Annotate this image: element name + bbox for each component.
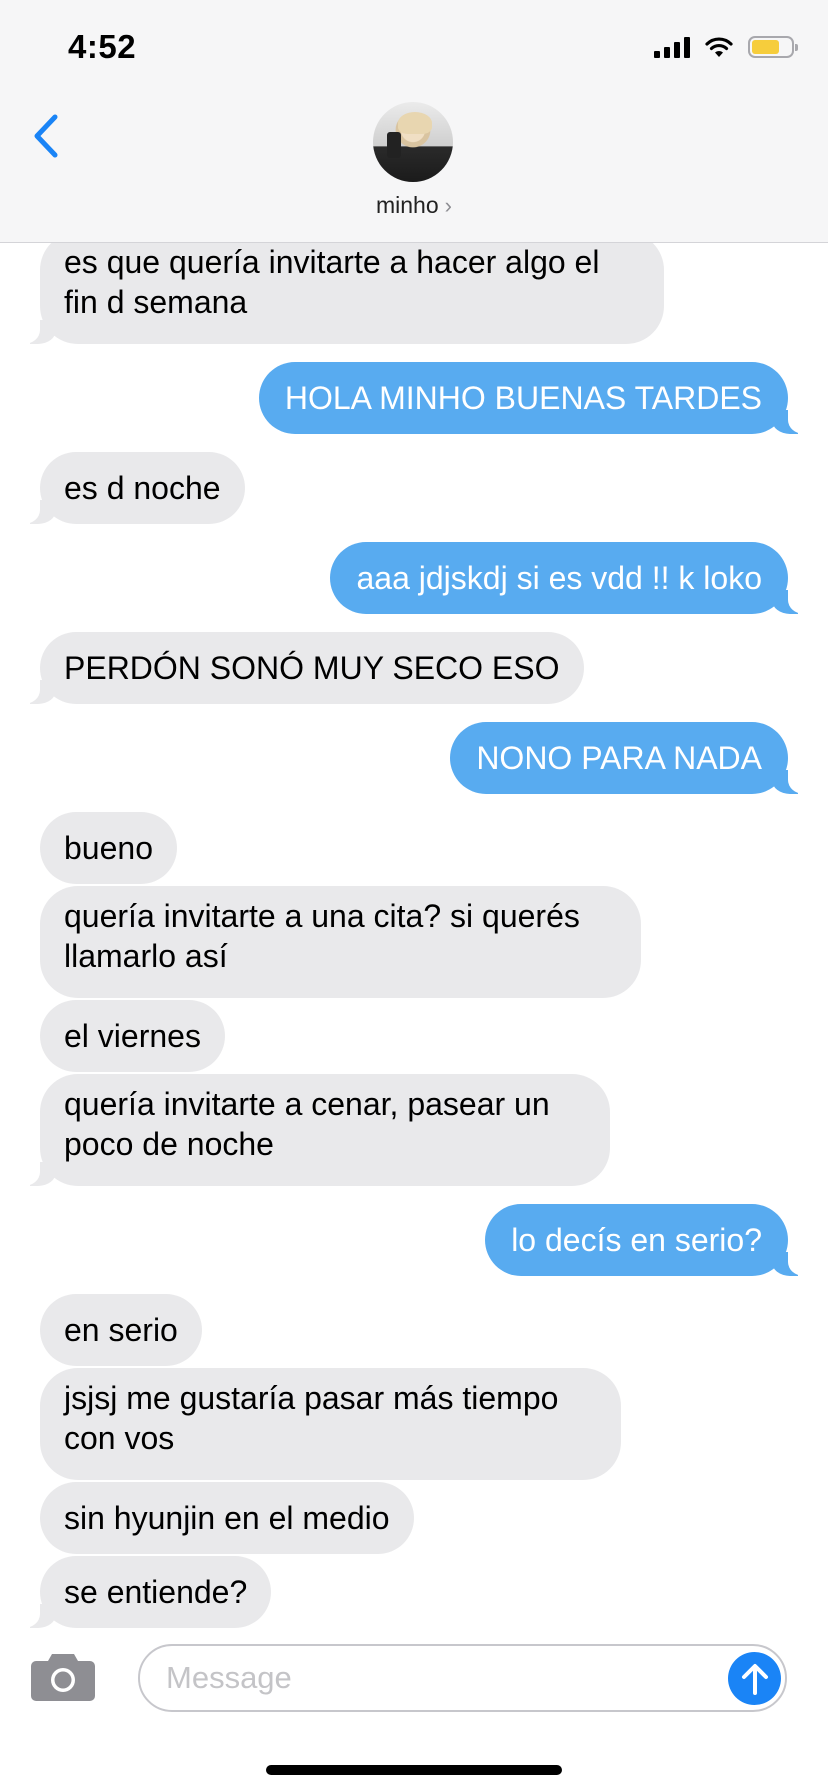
message-bubble-incoming[interactable]: quería invitarte a cenar, pasear un poco… bbox=[18, 1074, 610, 1186]
message-text: lo decís en serio? bbox=[511, 1222, 762, 1258]
message-bubble-incoming[interactable]: en serio bbox=[40, 1294, 202, 1366]
message-text: en serio bbox=[64, 1312, 178, 1348]
chevron-left-icon bbox=[34, 114, 58, 158]
message-text: aaa jdjskdj si es vdd !! k loko bbox=[356, 560, 762, 596]
message-line: jsjsj me gustaría pasar más tiempo bbox=[64, 1380, 559, 1416]
message-text: es que quería invitarte a hacer algo el … bbox=[64, 244, 599, 320]
message-line: poco de noche bbox=[64, 1126, 274, 1162]
message-bubble-incoming[interactable]: es que quería invitarte a hacer algo el … bbox=[18, 232, 664, 344]
camera-icon bbox=[31, 1654, 95, 1701]
message-line: fin d semana bbox=[64, 284, 248, 320]
message-line: quería invitarte a cenar, pasear un bbox=[64, 1086, 550, 1122]
camera-button[interactable] bbox=[30, 1650, 100, 1706]
message-thread[interactable]: es que quería invitarte a hacer algo el … bbox=[0, 0, 828, 1630]
message-text: sin hyunjin en el medio bbox=[64, 1500, 390, 1536]
status-icons bbox=[654, 36, 798, 58]
message-bubble-outgoing[interactable]: NONO PARA NADA bbox=[450, 722, 810, 794]
home-indicator bbox=[266, 1765, 562, 1775]
cellular-signal-icon bbox=[654, 36, 690, 58]
message-text: bueno bbox=[64, 830, 153, 866]
chevron-right-icon: › bbox=[444, 193, 452, 218]
send-button[interactable] bbox=[728, 1652, 781, 1705]
message-bubble-incoming[interactable]: se entiende? bbox=[18, 1556, 272, 1628]
message-bubble-incoming[interactable]: es d noche bbox=[18, 452, 245, 524]
arrow-up-icon bbox=[741, 1663, 768, 1695]
message-text: jsjsj me gustaría pasar más tiempo con v… bbox=[64, 1380, 558, 1456]
message-text: es d noche bbox=[64, 470, 221, 506]
message-bubble-outgoing[interactable]: HOLA MINHO BUENAS TARDES bbox=[258, 362, 810, 434]
wifi-icon bbox=[705, 37, 733, 57]
message-text: quería invitarte a cenar, pasear un poco… bbox=[64, 1086, 550, 1162]
message-bubble-incoming[interactable]: bueno bbox=[40, 812, 177, 884]
message-bubble-incoming[interactable]: el viernes bbox=[40, 1000, 225, 1072]
message-bubble-outgoing[interactable]: aaa jdjskdj si es vdd !! k loko bbox=[330, 542, 810, 614]
back-button[interactable] bbox=[26, 106, 66, 166]
message-bubble-incoming[interactable]: sin hyunjin en el medio bbox=[40, 1482, 414, 1554]
message-text: se entiende? bbox=[64, 1574, 248, 1610]
message-bubble-incoming[interactable]: PERDÓN SONÓ MUY SECO ESO bbox=[18, 632, 584, 704]
contact-name-button[interactable]: minho › bbox=[0, 192, 828, 219]
message-bubble-incoming[interactable]: quería invitarte a una cita? si querés l… bbox=[40, 886, 641, 998]
status-time: 4:52 bbox=[68, 28, 137, 65]
message-text: HOLA MINHO BUENAS TARDES bbox=[284, 380, 762, 416]
message-line: es que quería invitarte a hacer algo el bbox=[64, 244, 600, 280]
conversation-header: 4:52 minho › bbox=[0, 0, 828, 243]
message-line: con vos bbox=[64, 1420, 175, 1456]
message-text: PERDÓN SONÓ MUY SECO ESO bbox=[64, 650, 560, 686]
message-text: el viernes bbox=[64, 1018, 201, 1054]
message-text: NONO PARA NADA bbox=[476, 740, 762, 776]
battery-icon bbox=[748, 36, 798, 58]
contact-avatar[interactable] bbox=[373, 102, 453, 182]
message-line: llamarlo así bbox=[64, 938, 228, 974]
message-bubble-incoming[interactable]: jsjsj me gustaría pasar más tiempo con v… bbox=[40, 1368, 621, 1480]
message-input[interactable] bbox=[138, 1644, 787, 1712]
message-line: quería invitarte a una cita? si querés bbox=[64, 898, 580, 934]
message-bubble-outgoing[interactable]: lo decís en serio? bbox=[485, 1204, 810, 1276]
message-text: quería invitarte a una cita? si querés l… bbox=[64, 898, 580, 974]
contact-name: minho bbox=[376, 192, 439, 218]
